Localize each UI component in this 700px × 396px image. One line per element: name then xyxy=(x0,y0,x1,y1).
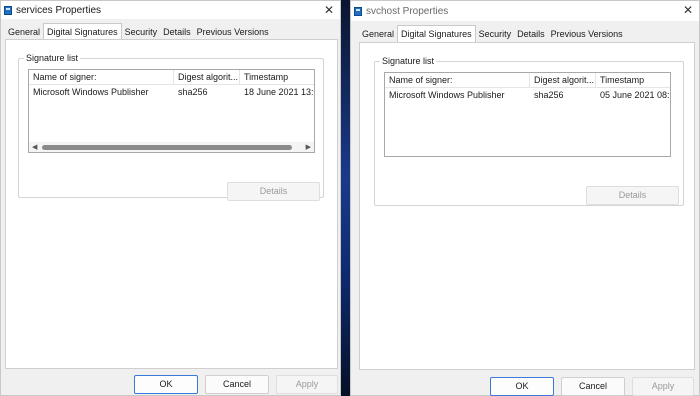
signer-cell: Microsoft Windows Publisher xyxy=(389,90,505,100)
tab-strip: General Digital Signatures Security Deta… xyxy=(5,23,272,40)
title-bar[interactable]: services Properties ✕ xyxy=(1,1,340,19)
ok-button[interactable]: OK xyxy=(134,375,198,394)
group-label: Signature list xyxy=(24,53,81,63)
tab-digital-signatures[interactable]: Digital Signatures xyxy=(397,25,476,42)
tab-previous-versions[interactable]: Previous Versions xyxy=(194,25,272,40)
timestamp-cell: 05 June 2021 08:1... xyxy=(600,90,670,100)
column-header-timestamp[interactable]: Timestamp xyxy=(596,73,670,87)
properties-window-icon xyxy=(4,5,12,15)
details-button[interactable]: Details xyxy=(227,182,320,201)
tab-panel: Signature list Name of signer: Digest al… xyxy=(5,39,338,369)
signature-list-group: Signature list Name of signer: Digest al… xyxy=(374,56,684,206)
timestamp-cell: 18 June 2021 13:0... xyxy=(244,87,314,97)
digest-cell: sha256 xyxy=(534,90,564,100)
window-title: svchost Properties xyxy=(366,5,449,17)
properties-window-icon xyxy=(354,6,362,16)
window-title: services Properties xyxy=(16,4,102,16)
tab-security[interactable]: Security xyxy=(122,25,161,40)
cancel-button[interactable]: Cancel xyxy=(205,375,269,394)
scroll-left-icon[interactable]: ◀ xyxy=(32,143,37,151)
column-header-digest[interactable]: Digest algorit... xyxy=(174,70,240,84)
signer-cell: Microsoft Windows Publisher xyxy=(33,87,149,97)
column-header-digest[interactable]: Digest algorit... xyxy=(530,73,596,87)
signature-list[interactable]: Name of signer: Digest algorit... Timest… xyxy=(28,69,315,153)
signature-list[interactable]: Name of signer: Digest algorit... Timest… xyxy=(384,72,671,157)
scroll-right-icon[interactable]: ▶ xyxy=(306,143,311,151)
tab-general[interactable]: General xyxy=(359,27,397,42)
close-button[interactable]: ✕ xyxy=(683,1,693,19)
list-header: Name of signer: Digest algorit... Timest… xyxy=(385,73,670,88)
tab-details[interactable]: Details xyxy=(514,27,548,42)
group-label: Signature list xyxy=(380,56,437,66)
cancel-button[interactable]: Cancel xyxy=(561,377,625,396)
tab-previous-versions[interactable]: Previous Versions xyxy=(548,27,626,42)
close-button[interactable]: ✕ xyxy=(324,1,334,19)
details-button[interactable]: Details xyxy=(586,186,679,205)
column-header-timestamp[interactable]: Timestamp xyxy=(240,70,314,84)
services-properties-dialog: services Properties ✕ General Digital Si… xyxy=(0,0,341,396)
column-header-signer[interactable]: Name of signer: xyxy=(385,73,530,87)
svchost-properties-dialog: svchost Properties ✕ General Digital Sig… xyxy=(350,0,700,396)
apply-button[interactable]: Apply xyxy=(276,375,338,394)
title-bar[interactable]: svchost Properties ✕ xyxy=(351,1,699,21)
ok-button[interactable]: OK xyxy=(490,377,554,396)
digest-cell: sha256 xyxy=(178,87,208,97)
tab-security[interactable]: Security xyxy=(476,27,515,42)
table-row[interactable]: Microsoft Windows Publisher sha256 18 Ju… xyxy=(29,85,314,99)
table-row[interactable]: Microsoft Windows Publisher sha256 05 Ju… xyxy=(385,88,670,102)
signature-list-group: Signature list Name of signer: Digest al… xyxy=(18,53,324,201)
horizontal-scrollbar[interactable]: ◀ ▶ xyxy=(29,142,314,152)
tab-digital-signatures[interactable]: Digital Signatures xyxy=(43,23,122,40)
tab-details[interactable]: Details xyxy=(160,25,194,40)
tab-panel: Signature list Name of signer: Digest al… xyxy=(359,42,695,370)
scrollbar-thumb[interactable] xyxy=(42,145,292,150)
column-header-signer[interactable]: Name of signer: xyxy=(29,70,174,84)
apply-button[interactable]: Apply xyxy=(632,377,694,396)
tab-general[interactable]: General xyxy=(5,25,43,40)
tab-strip: General Digital Signatures Security Deta… xyxy=(359,25,626,42)
list-header: Name of signer: Digest algorit... Timest… xyxy=(29,70,314,85)
